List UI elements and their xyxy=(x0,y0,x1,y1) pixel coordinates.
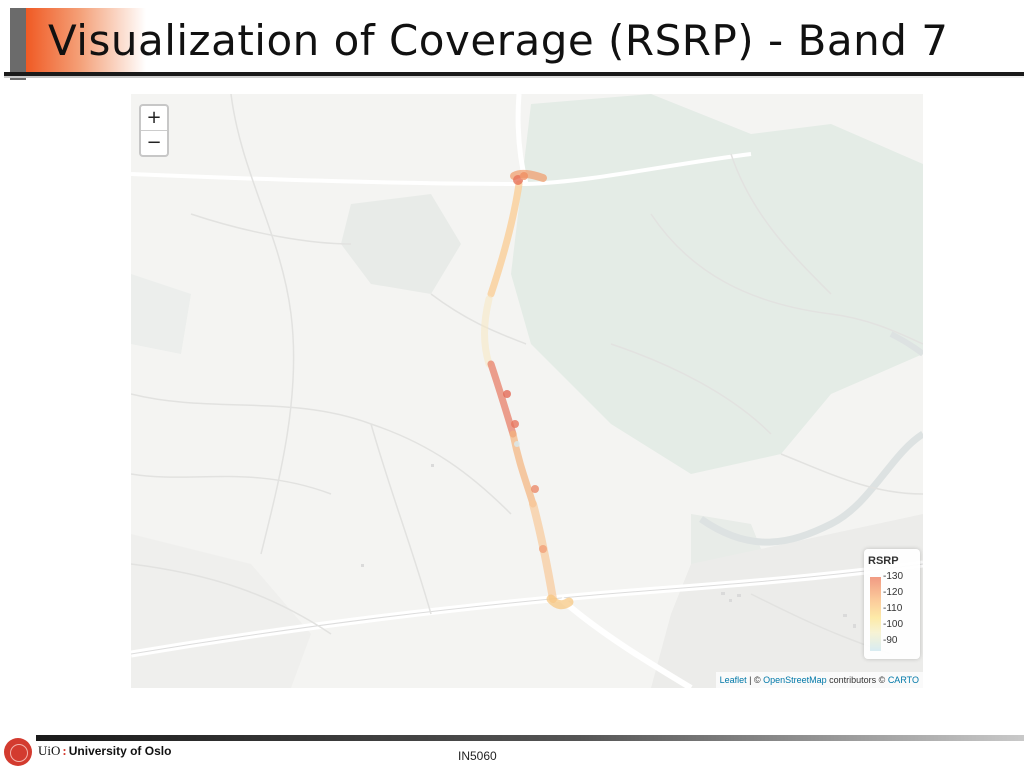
zoom-out-button[interactable]: − xyxy=(141,131,167,155)
attribution-separator: | © xyxy=(746,675,764,685)
legend-title: RSRP xyxy=(868,555,899,567)
slide-title: Visualization of Coverage (RSRP) - Band … xyxy=(48,16,949,65)
legend-tick: -100 xyxy=(883,619,904,630)
leaflet-link[interactable]: Leaflet xyxy=(720,675,747,685)
footer-course-code: IN5060 xyxy=(458,749,497,763)
legend-color-ramp xyxy=(870,577,881,651)
logo-separator-icon: : xyxy=(62,743,67,758)
title-divider-shadow xyxy=(4,76,1024,78)
legend-tick: -90 xyxy=(883,635,898,646)
rsrp-track xyxy=(481,169,574,610)
map-attribution: Leaflet | © OpenStreetMap contributors ©… xyxy=(715,672,923,688)
attribution-contributors: contributors © xyxy=(826,675,888,685)
coverage-map[interactable]: + − RSRP -130 -120 -110 -100 -90 Leaflet… xyxy=(131,94,923,688)
openstreetmap-link[interactable]: OpenStreetMap xyxy=(763,675,827,685)
university-seal-icon xyxy=(4,738,32,766)
zoom-in-button[interactable]: + xyxy=(141,106,167,131)
zoom-control: + − xyxy=(139,104,169,157)
footer-divider xyxy=(36,735,1024,741)
legend-tick: -130 xyxy=(883,571,904,582)
logo-name: University of Oslo xyxy=(68,744,172,758)
rsrp-legend: RSRP -130 -120 -110 -100 -90 xyxy=(864,549,920,659)
legend-tick: -120 xyxy=(883,587,904,598)
carto-link[interactable]: CARTO xyxy=(888,675,919,685)
logo-short: UiO xyxy=(38,743,61,758)
legend-tick: -110 xyxy=(883,603,903,614)
university-logo: UiO: University of Oslo xyxy=(38,743,171,759)
title-accent-bar xyxy=(10,8,26,80)
